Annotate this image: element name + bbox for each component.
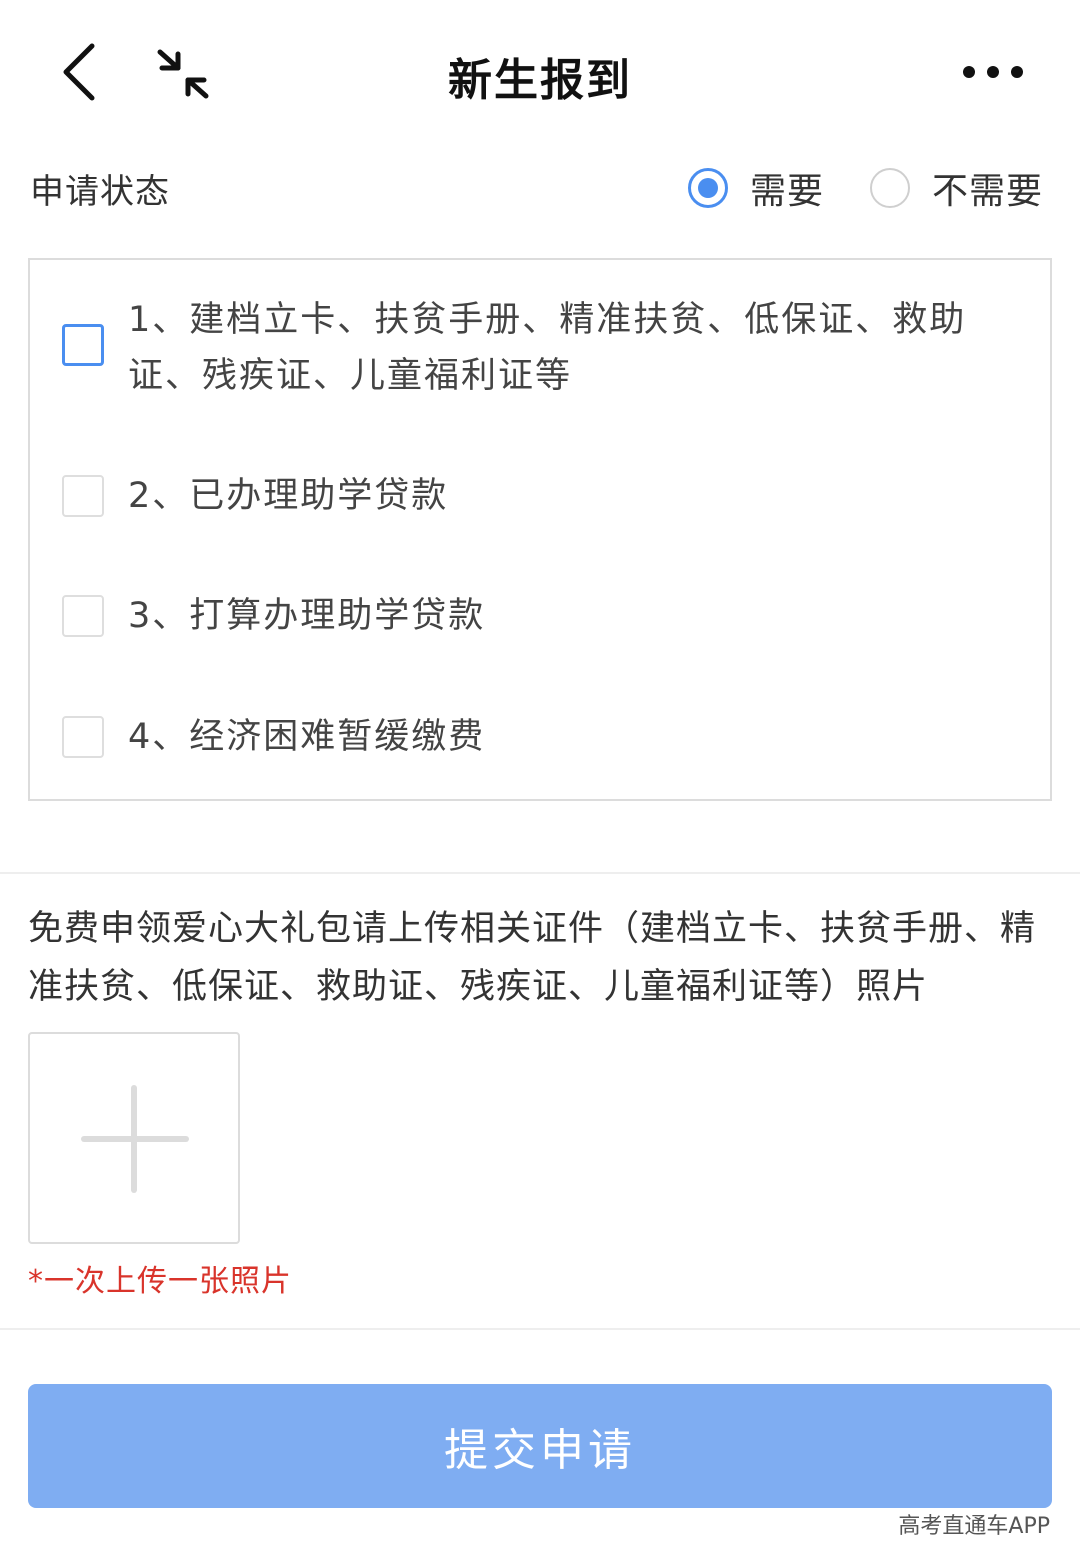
upload-description: 免费申领爱心大礼包请上传相关证件（建档立卡、扶贫手册、精准扶贫、低保证、救助证、…: [28, 909, 1037, 1007]
submit-button[interactable]: 提交申请: [28, 1384, 1052, 1508]
chevron-left-icon[interactable]: [56, 40, 106, 104]
plus-icon: [81, 1085, 189, 1193]
aid-option-4[interactable]: 4、经济困难暂缓缴费: [62, 709, 1010, 765]
checkbox[interactable]: [62, 475, 104, 517]
aid-option-label: 3、打算办理助学贷款: [128, 596, 486, 636]
upload-note: *一次上传一张照片: [28, 1264, 292, 1299]
radio-need[interactable]: 需要: [688, 162, 824, 214]
aid-option-1[interactable]: 1、建档立卡、扶贫手册、精准扶贫、低保证、救助证、残疾证、儿童福利证等: [62, 292, 1010, 404]
nav-bar: 新生报到: [0, 0, 1080, 140]
status-label: 申请状态: [30, 172, 170, 212]
more-dots-icon[interactable]: [960, 58, 1026, 86]
radio-checked-icon[interactable]: [688, 168, 728, 208]
divider: [0, 872, 1080, 874]
aid-options-box: 1、建档立卡、扶贫手册、精准扶贫、低保证、救助证、残疾证、儿童福利证等 2、已办…: [28, 258, 1052, 801]
status-row: 申请状态 需要 不需要: [0, 150, 1080, 230]
page-title: 新生报到: [448, 55, 632, 106]
upload-photo-button[interactable]: [28, 1032, 240, 1244]
checkbox[interactable]: [62, 595, 104, 637]
radio-label-need: 需要: [750, 171, 825, 212]
aid-option-2[interactable]: 2、已办理助学贷款: [62, 468, 1010, 524]
radio-label-not-need: 不需要: [932, 171, 1044, 212]
watermark: 高考直通车APP: [898, 1514, 1050, 1539]
radio-unchecked-icon[interactable]: [870, 168, 910, 208]
radio-not-need[interactable]: 不需要: [870, 162, 1043, 214]
collapse-arrows-icon[interactable]: [150, 44, 216, 104]
checkbox[interactable]: [62, 716, 104, 758]
aid-option-label: 1、建档立卡、扶贫手册、精准扶贫、低保证、救助证、残疾证、儿童福利证等: [128, 300, 967, 396]
aid-option-label: 4、经济困难暂缓缴费: [128, 717, 486, 757]
aid-option-label: 2、已办理助学贷款: [128, 476, 449, 516]
divider: [0, 1328, 1080, 1330]
aid-option-3[interactable]: 3、打算办理助学贷款: [62, 588, 1010, 644]
checkbox[interactable]: [62, 324, 104, 366]
